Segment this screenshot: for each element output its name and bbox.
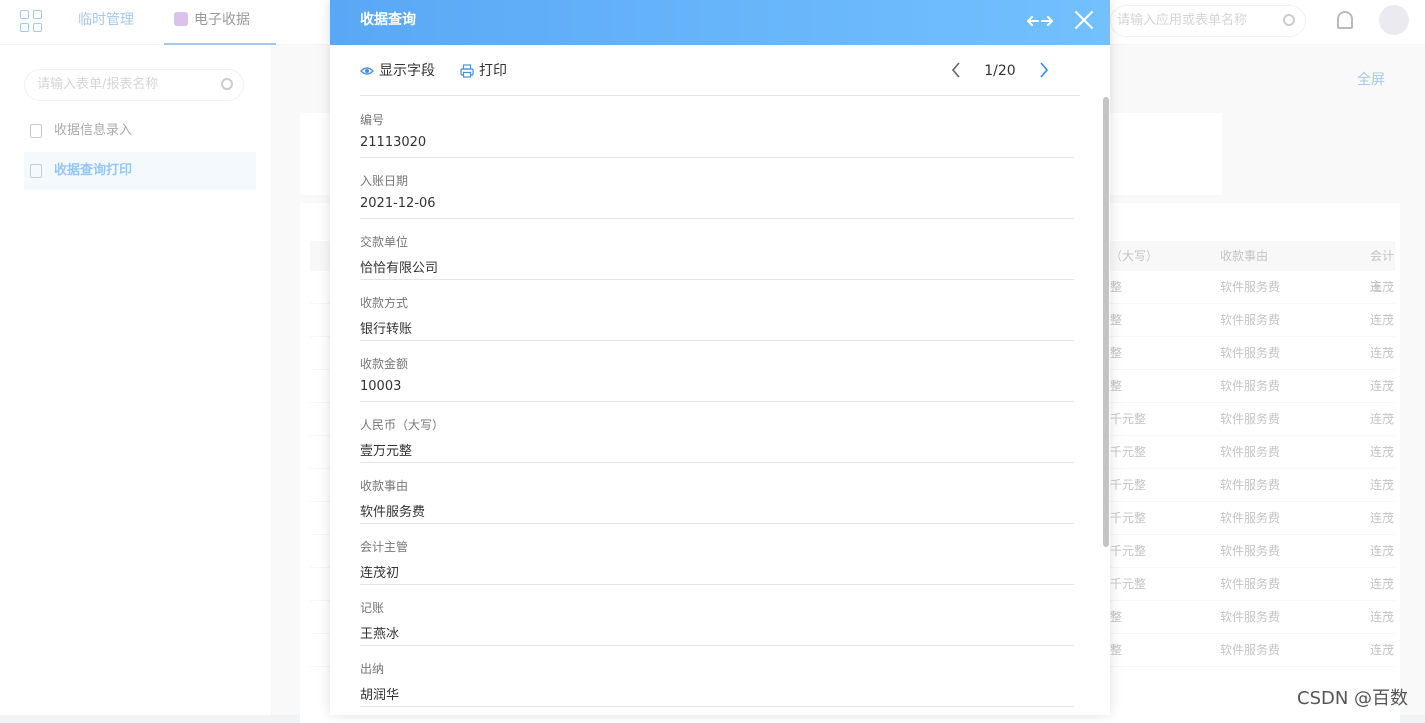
record-fields: 编号 21113020 入账日期 2021-12-06 交款单位恰恰有限公司 收款方式银行… [360,97,1074,707]
dialog-toolbar: 显示字段 打印 1/20 [360,45,1080,96]
field-label: 收款方式 [360,296,409,310]
eye-icon [360,67,374,75]
close-icon[interactable] [1075,11,1093,29]
field-value: 2021-12-06 [360,196,436,211]
field-row: 会计主管 连茂初 [360,524,1074,585]
field-label: 入账日期 [360,174,409,188]
field-label: 人民币（大写） [360,418,445,432]
field-row: 入账日期 2021-12-06 [360,158,1074,219]
print-label: 打印 [479,63,507,79]
field-value: 恰恰有限公司 [360,261,439,276]
chevron-left-icon[interactable] [950,61,962,79]
field-value: 10003 [360,379,402,394]
record-pager: 1/20 [950,59,1050,83]
field-value: 软件服务费 [360,505,426,520]
field-row: 收款事由 软件服务费 [360,463,1074,524]
show-fields-label: 显示字段 [379,63,435,79]
field-value: 壹万元整 [360,444,413,459]
field-row: 出纳 胡润华 [360,646,1074,707]
field-row: 收款金额 10003 [360,341,1074,402]
printer-icon [460,64,474,78]
dialog-header: 收据查询 [330,0,1110,45]
field-label: 记账 [360,601,385,615]
dialog-scrollbar[interactable] [1103,97,1109,547]
receipt-query-dialog: 收据查询 显示字段 打印 1/20 编号 21113020 入账日期 2021-… [330,0,1110,715]
chevron-right-icon[interactable] [1038,61,1050,79]
field-label: 出纳 [360,662,385,676]
field-row: 编号 21113020 [360,97,1074,158]
field-label: 交款单位 [360,235,409,249]
field-label: 编号 [360,113,385,127]
field-label: 会计主管 [360,540,409,554]
field-value: 王燕冰 [360,627,400,642]
watermark-text: CSDN @百数 [1297,688,1409,709]
field-value: 连茂初 [360,566,400,581]
show-fields-button[interactable]: 显示字段 [360,61,435,81]
field-value: 21113020 [360,135,427,150]
field-value: 胡润华 [360,688,400,703]
field-row: 记账 王燕冰 [360,585,1074,646]
field-row: 人民币（大写） 壹万元整 [360,402,1074,463]
dialog-title: 收据查询 [360,12,416,28]
field-row: 交款单位恰恰有限公司 [360,219,1074,280]
pager-count: 1/20 [984,63,1016,79]
expand-width-icon[interactable] [1027,14,1053,28]
field-label: 收款金额 [360,357,409,371]
field-value: 银行转账 [360,322,413,337]
field-label: 收款事由 [360,479,409,493]
print-button[interactable]: 打印 [460,61,507,81]
field-row: 收款方式 银行转账 [360,280,1074,341]
